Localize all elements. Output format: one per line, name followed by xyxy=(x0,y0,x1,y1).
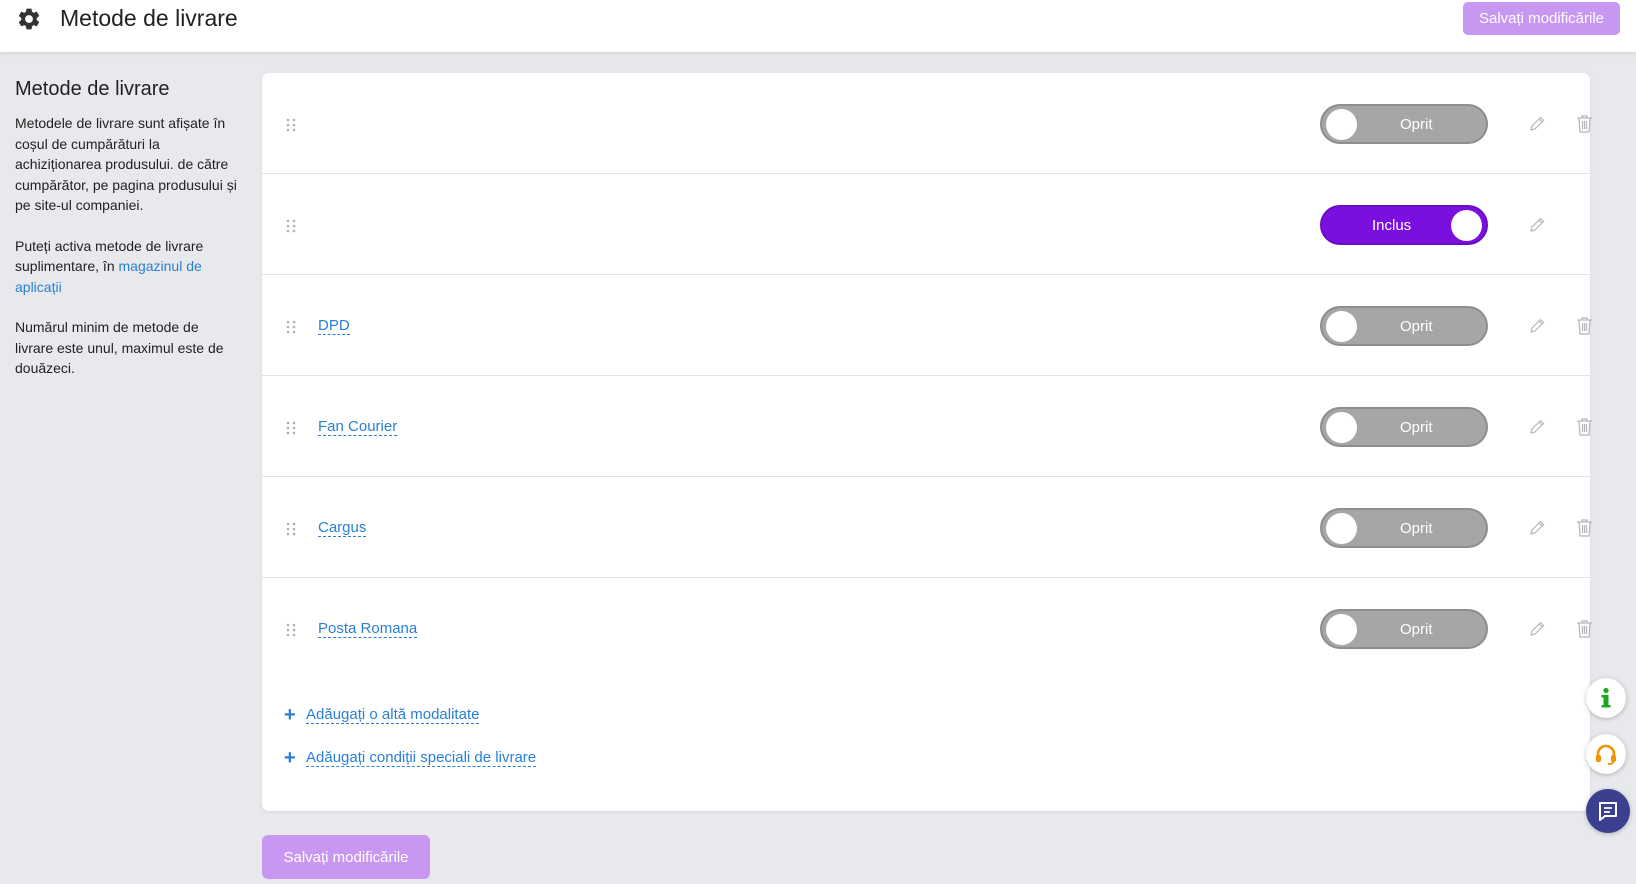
toggle-knob xyxy=(1451,210,1482,241)
add-conditions-link[interactable]: + Adăugați condiții speciali de livrare xyxy=(284,747,537,770)
method-row: Cargus Oprit xyxy=(262,477,1593,578)
add-method-label: Adăugați o altă modalitate xyxy=(306,706,480,724)
pencil-icon[interactable] xyxy=(1528,115,1546,133)
toggle-label: Oprit xyxy=(1400,621,1433,638)
trash-icon[interactable] xyxy=(1576,518,1593,537)
sidebar-paragraph-2: Puteți activa metode de livrare suplimen… xyxy=(15,236,240,298)
plus-icon: + xyxy=(284,704,296,726)
chat-icon xyxy=(1599,802,1617,821)
toggle-label: Oprit xyxy=(1400,318,1433,335)
method-name[interactable]: Fan Courier xyxy=(318,418,398,436)
pencil-icon[interactable] xyxy=(1528,620,1546,638)
toggle-knob xyxy=(1326,109,1357,140)
method-name[interactable]: Posta Romana xyxy=(318,620,418,638)
trash-icon[interactable] xyxy=(1576,417,1593,436)
info-button[interactable] xyxy=(1586,678,1626,718)
method-toggle[interactable]: Oprit xyxy=(1320,609,1488,649)
pencil-icon[interactable] xyxy=(1528,418,1546,436)
method-toggle[interactable]: Oprit xyxy=(1320,407,1488,447)
chat-button[interactable] xyxy=(1586,789,1630,833)
method-toggle[interactable]: Oprit xyxy=(1320,508,1488,548)
method-row: Inclus xyxy=(262,174,1590,275)
sidebar-title: Metode de livrare xyxy=(15,78,170,100)
drag-handle-icon[interactable] xyxy=(285,320,297,334)
toggle-knob xyxy=(1326,513,1357,544)
headset-icon xyxy=(1596,744,1616,765)
info-icon xyxy=(1601,687,1611,708)
save-button-top[interactable]: Salvați modificările xyxy=(1463,2,1620,35)
sidebar-paragraph-1: Metodele de livrare sunt afișate în coșu… xyxy=(15,115,237,213)
add-method-link[interactable]: + Adăugați o altă modalitate xyxy=(284,704,480,727)
drag-handle-icon[interactable] xyxy=(285,623,297,637)
toggle-label: Inclus xyxy=(1372,217,1412,234)
pencil-icon[interactable] xyxy=(1528,317,1546,335)
pencil-icon[interactable] xyxy=(1528,216,1546,234)
sidebar-paragraph-3: Numărul minim de metode de livrare este … xyxy=(15,319,224,376)
drag-handle-icon[interactable] xyxy=(285,219,297,233)
save-button-bottom[interactable]: Salvați modificările xyxy=(262,835,430,879)
top-bar: Metode de livrare Salvați modificările xyxy=(0,0,1636,52)
toggle-knob xyxy=(1326,614,1357,645)
method-row: Fan Courier Oprit xyxy=(262,376,1593,477)
sidebar-description: Metode de livrare Metodele de livrare su… xyxy=(15,78,240,399)
method-row: DPD Oprit xyxy=(262,275,1593,376)
method-toggle[interactable]: Oprit xyxy=(1320,306,1488,346)
method-toggle[interactable]: Oprit xyxy=(1320,104,1488,144)
toggle-label: Oprit xyxy=(1400,419,1433,436)
pencil-icon[interactable] xyxy=(1528,519,1546,537)
method-row: Oprit xyxy=(262,73,1593,174)
method-name[interactable]: DPD xyxy=(318,317,350,335)
drag-handle-icon[interactable] xyxy=(285,118,297,132)
toggle-label: Oprit xyxy=(1400,116,1433,133)
method-toggle[interactable]: Inclus xyxy=(1320,205,1488,245)
gear-icon xyxy=(18,8,40,30)
toggle-knob xyxy=(1326,412,1357,443)
support-button[interactable] xyxy=(1586,734,1626,774)
trash-icon[interactable] xyxy=(1576,619,1593,638)
drag-handle-icon[interactable] xyxy=(285,421,297,435)
add-conditions-label: Adăugați condiții speciali de livrare xyxy=(306,749,537,767)
toggle-label: Oprit xyxy=(1400,520,1433,537)
delivery-methods-panel: Oprit Inclus DPD Oprit Fan Courier Oprit… xyxy=(262,73,1593,811)
trash-icon[interactable] xyxy=(1576,114,1593,133)
toggle-knob xyxy=(1326,311,1357,342)
method-row: Posta Romana Oprit xyxy=(262,578,1593,679)
plus-icon: + xyxy=(284,747,296,769)
method-name[interactable]: Cargus xyxy=(318,519,367,537)
page-title: Metode de livrare xyxy=(60,5,238,31)
drag-handle-icon[interactable] xyxy=(285,522,297,536)
trash-icon[interactable] xyxy=(1576,316,1593,335)
